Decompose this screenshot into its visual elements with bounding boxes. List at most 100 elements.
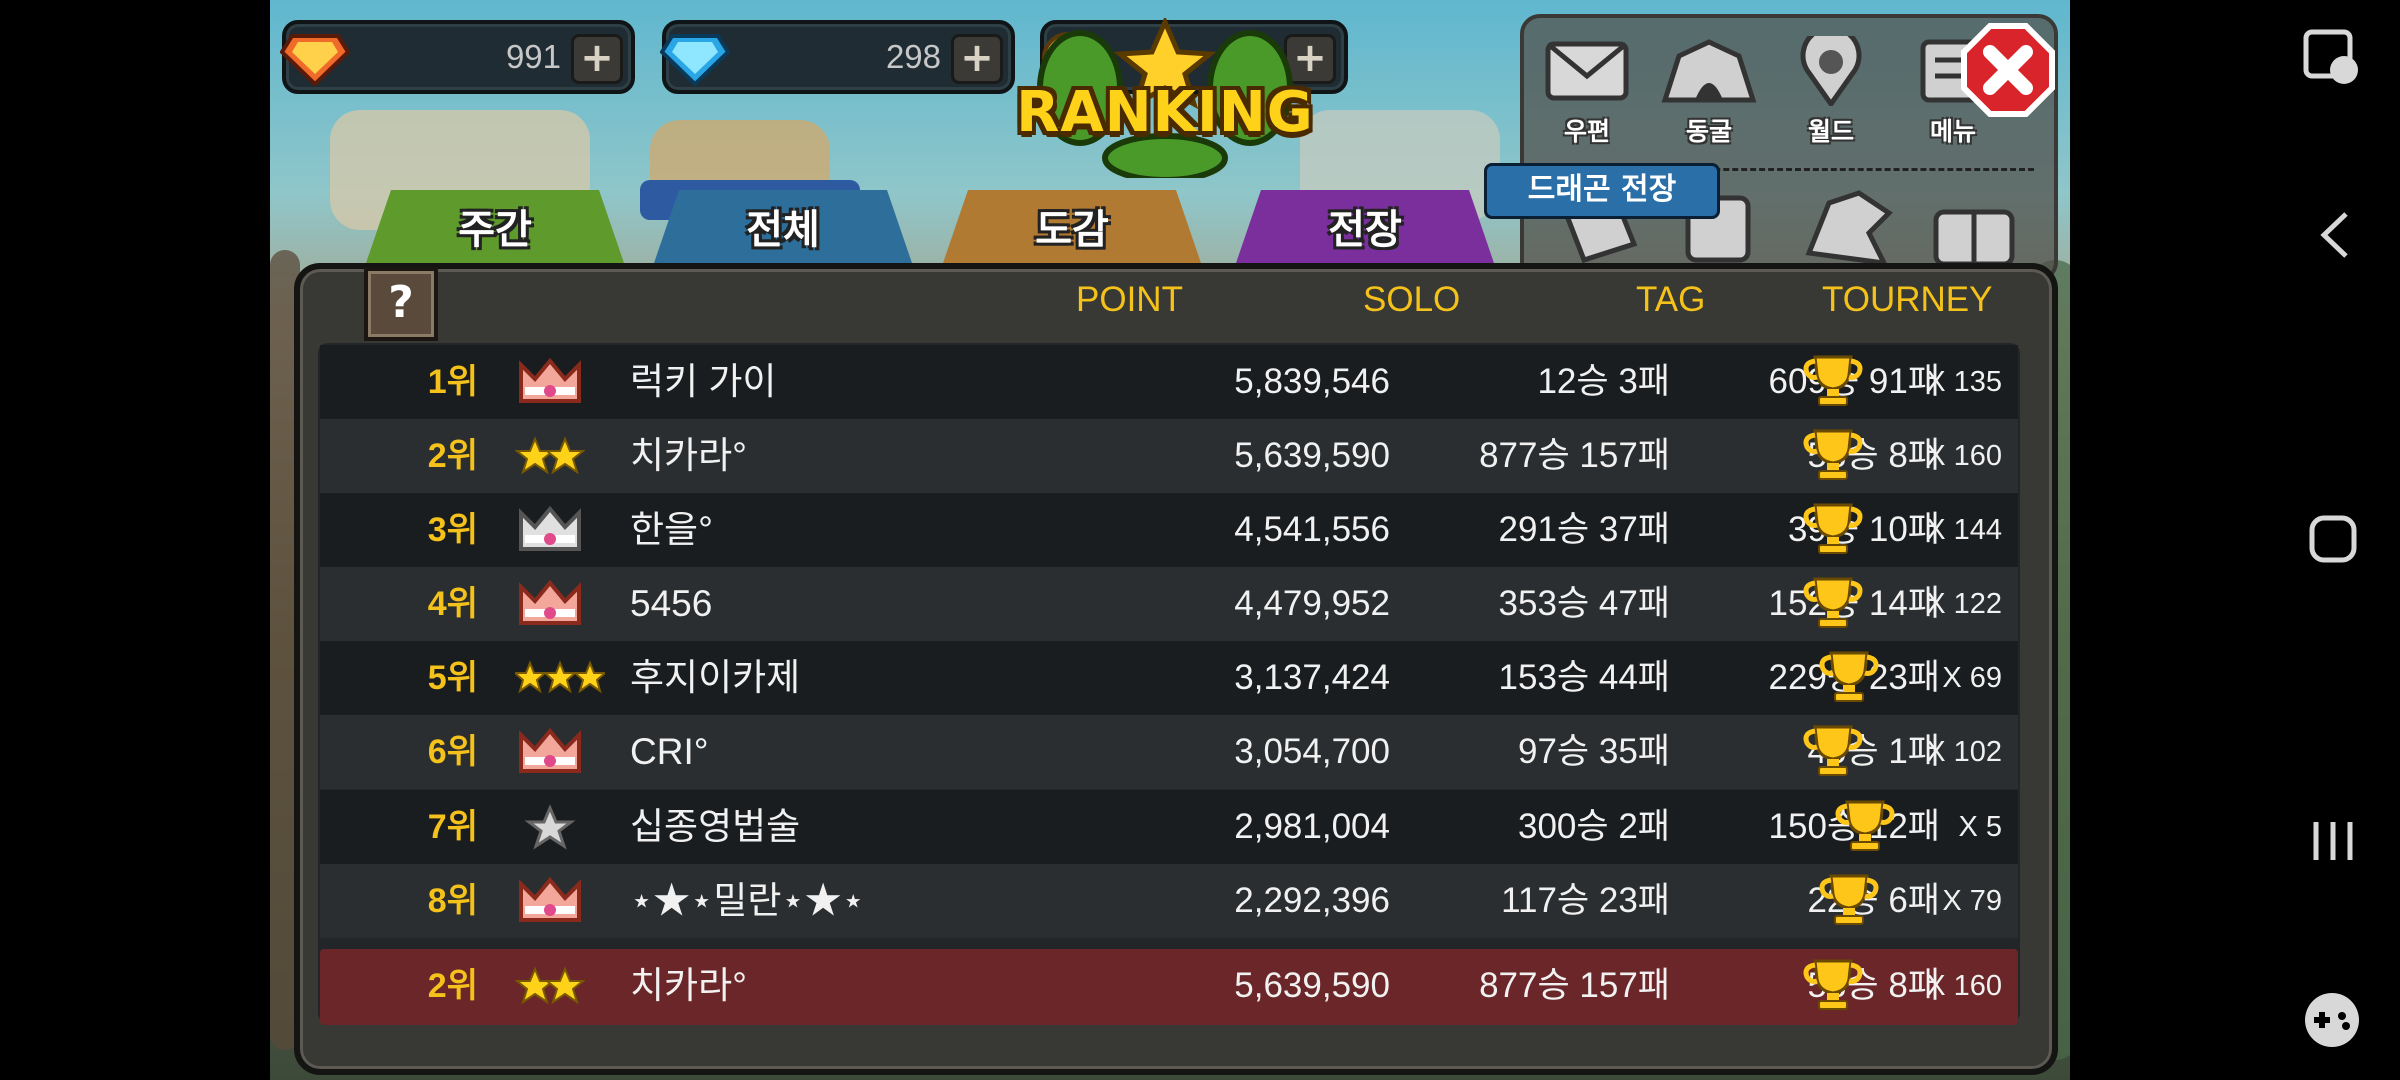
tab-collection[interactable]: 도감 <box>942 190 1202 266</box>
rank-badge-icon <box>514 961 595 1011</box>
system-nav-bar <box>2070 0 2400 1080</box>
rank-label: 6위 <box>427 733 478 771</box>
ruby-icon <box>280 34 350 87</box>
solo-record: 291승 37패 <box>1498 510 1670 549</box>
solo-record: 300승 2패 <box>1518 807 1670 846</box>
mail-button[interactable]: 우편 <box>1532 36 1642 148</box>
solo-record: 97승 35패 <box>1518 732 1670 771</box>
rank-label: 1위 <box>427 363 478 401</box>
ranking-row[interactable]: 2위 치카라° 5,639,590 877승 157패 58승 8패 X 160 <box>320 419 2018 493</box>
player-name: 십종영법술 <box>630 806 801 847</box>
tourney-count: X 69 <box>1942 662 2002 694</box>
player-name: CRI° <box>630 731 709 772</box>
help-button[interactable]: ? <box>364 267 438 341</box>
solo-record: 153승 44패 <box>1498 658 1670 697</box>
cave-label: 동굴 <box>1685 117 1732 146</box>
tourney-count: X 102 <box>1926 736 2002 768</box>
mail-label: 우편 <box>1563 117 1610 146</box>
point-value: 3,054,700 <box>1234 732 1390 771</box>
ranking-row[interactable]: 5위 후지이카제 3,137,424 153승 44패 229승 23패 X 69 <box>320 641 2018 715</box>
player-name: 5456 <box>630 583 713 624</box>
back-icon[interactable] <box>2316 210 2356 260</box>
solo-record: 877승 157패 <box>1479 436 1670 475</box>
tab-battlefield[interactable]: 전장 <box>1235 190 1495 266</box>
header-tag: TAG <box>1636 280 1706 319</box>
player-name: 후지이카제 <box>630 657 801 698</box>
ranking-row[interactable]: 4위 5456 4,479,952 353승 47패 152승 14패 X 122 <box>320 567 2018 641</box>
trophy-icon <box>1801 353 1865 409</box>
diamond-currency-bar: 298 + <box>660 20 1015 94</box>
ranking-row[interactable]: 6위 CRI° 3,054,700 97승 35패 46승 1패 X 102 <box>320 715 2018 789</box>
game-screen: 991 + 298 + 132 + RANKING <box>270 0 2070 1080</box>
world-pin-icon <box>1800 25 1862 109</box>
tab-weekly[interactable]: 주간 <box>365 190 625 266</box>
header-tourney: TOURNEY <box>1822 280 1993 319</box>
diamond-count: 298 <box>885 38 941 75</box>
dragon-icon[interactable] <box>1799 183 1899 273</box>
point-value: 5,639,590 <box>1234 436 1390 475</box>
tab-overall[interactable]: 전체 <box>653 190 913 266</box>
player-name: 한을° <box>630 509 713 550</box>
rank-label: 2위 <box>427 437 478 475</box>
rank-label: 3위 <box>427 511 478 549</box>
recent-apps-icon[interactable] <box>2308 818 2358 864</box>
screen-capture-icon[interactable] <box>2302 28 2364 88</box>
mail-icon <box>1545 41 1629 101</box>
point-value: 4,541,556 <box>1234 510 1390 549</box>
rank-badge-icon <box>515 505 595 555</box>
ranking-logo: RANKING <box>1010 18 1320 178</box>
ruby-currency-bar: 991 + <box>280 20 635 94</box>
trophy-icon <box>1801 723 1865 779</box>
rank-badge-icon <box>515 876 595 926</box>
rank-label: 5위 <box>427 659 478 697</box>
ranking-row[interactable]: 7위 십종영법술 2,981,004 300승 2패 150승 12패 X 5 <box>320 790 2018 864</box>
trophy-icon <box>1801 501 1865 557</box>
ranking-row[interactable]: 8위 ⋆★⋆밀란⋆★⋆ 2,292,396 117승 23패 22승 6패 X 79 <box>320 864 2018 938</box>
ranking-row[interactable]: 1위 럭키 가이 5,839,546 12승 3패 609승 91패 X 135 <box>320 345 2018 419</box>
solo-record: 117승 23패 <box>1501 881 1670 920</box>
rank-badge-icon <box>515 579 595 629</box>
rank-label: 4위 <box>427 585 478 623</box>
dragon-battlefield-button[interactable]: 드래곤 전장 <box>1484 163 1720 219</box>
rank-badge-icon <box>515 727 595 777</box>
tourney-count: X 160 <box>1926 970 2002 1002</box>
trophy-icon <box>1801 575 1865 631</box>
rank-badge-icon <box>515 802 595 852</box>
cave-button[interactable]: 동굴 <box>1654 36 1764 148</box>
point-value: 5,639,590 <box>1234 966 1390 1005</box>
player-name: 치카라° <box>630 965 747 1006</box>
tourney-count: X 5 <box>1958 811 2002 843</box>
point-value: 2,292,396 <box>1234 881 1390 920</box>
point-value: 5,839,546 <box>1234 362 1390 401</box>
rank-badge-icon <box>514 431 595 481</box>
trophy-icon <box>1801 427 1865 483</box>
trophy-icon <box>1833 798 1897 854</box>
rank-label: 8위 <box>427 882 478 920</box>
home-icon[interactable] <box>2308 514 2358 564</box>
tourney-count: X 160 <box>1926 440 2002 472</box>
close-button[interactable] <box>1960 22 2056 118</box>
tourney-count: X 122 <box>1926 588 2002 620</box>
trophy-icon <box>1801 957 1865 1013</box>
solo-record: 877승 157패 <box>1479 966 1670 1005</box>
ruby-add-button[interactable]: + <box>571 34 623 84</box>
player-name: 럭키 가이 <box>630 361 777 402</box>
header-solo: SOLO <box>1363 280 1461 319</box>
player-name: ⋆★⋆밀란⋆★⋆ <box>630 880 865 921</box>
game-controller-icon[interactable] <box>2300 990 2364 1050</box>
rank-badge-icon <box>515 357 595 407</box>
trophy-icon <box>1817 649 1881 705</box>
tourney-count: X 79 <box>1942 885 2002 917</box>
cave-icon <box>1661 39 1757 103</box>
ranking-row[interactable]: 3위 한을° 4,541,556 291승 37패 39승 10패 X 144 <box>320 493 2018 567</box>
tourney-count: X 135 <box>1926 366 2002 398</box>
diamond-add-button[interactable]: + <box>951 34 1003 84</box>
gift-box-icon[interactable] <box>1924 188 2024 268</box>
player-name: 치카라° <box>630 435 747 476</box>
world-button[interactable]: 월드 <box>1776 25 1886 148</box>
rank-label: 2위 <box>427 967 478 1005</box>
rank-badge-icon <box>512 653 608 703</box>
header-point: POINT <box>1076 280 1183 319</box>
rank-label: 7위 <box>427 808 478 846</box>
my-rank-row[interactable]: 2위 치카라° 5,639,590 877승 157패 58승 8패 X 160 <box>320 949 2018 1025</box>
